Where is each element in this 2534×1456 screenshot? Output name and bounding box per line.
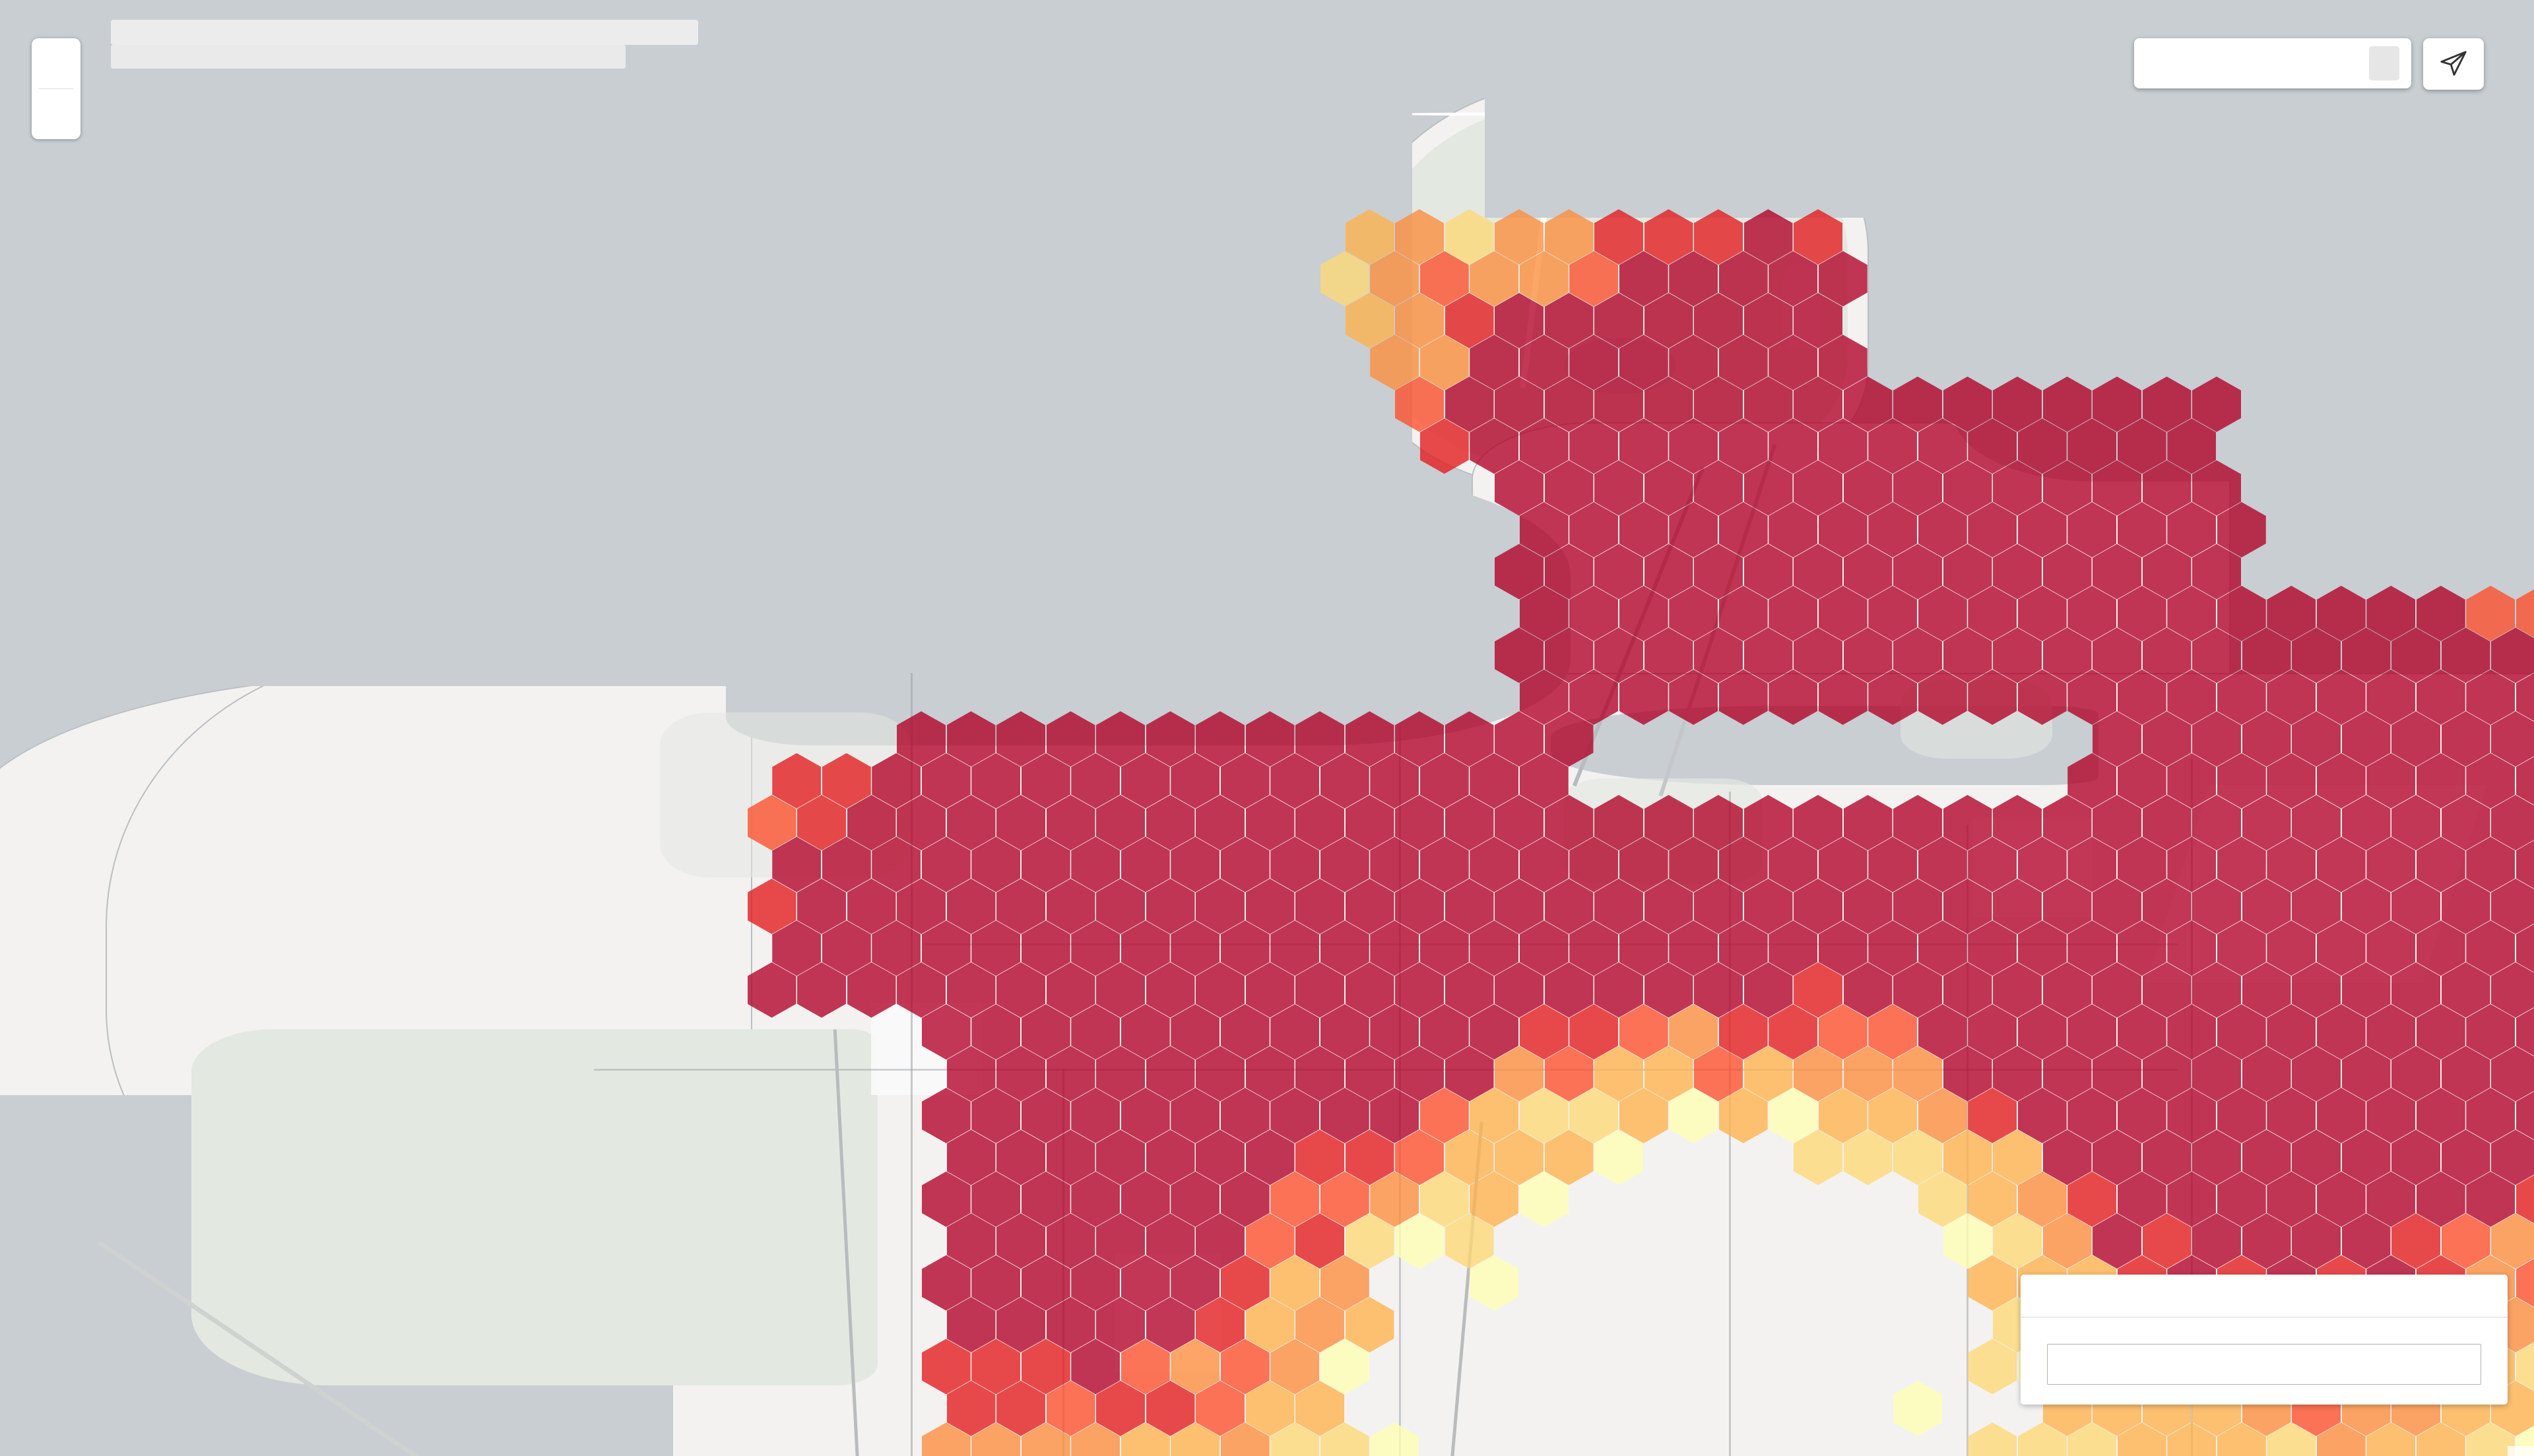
density-hexbin[interactable] bbox=[1968, 1422, 2017, 1456]
call-density-hexbin-layer[interactable] bbox=[0, 0, 2534, 1456]
legend-panel bbox=[2021, 1275, 2508, 1405]
zoom-out-button[interactable] bbox=[32, 89, 81, 139]
title-bar bbox=[111, 20, 698, 45]
title-panel bbox=[111, 20, 698, 69]
map-application bbox=[0, 0, 2534, 1456]
description-panel bbox=[111, 45, 626, 69]
density-scale bbox=[2021, 1317, 2508, 1405]
legend-title bbox=[2021, 1275, 2508, 1300]
density-hexbin[interactable] bbox=[1893, 1380, 1942, 1436]
density-color-ramp bbox=[2047, 1344, 2481, 1385]
share-arrow-icon bbox=[2440, 51, 2467, 76]
zoom-in-button[interactable] bbox=[32, 38, 81, 88]
share-button[interactable] bbox=[2423, 38, 2484, 90]
visible-layers-search[interactable] bbox=[2134, 38, 2411, 88]
attribution-bar bbox=[2508, 1446, 2534, 1456]
density-hexbin[interactable] bbox=[1370, 1422, 1419, 1456]
visible-layers-count-badge bbox=[2369, 46, 2399, 80]
zoom-control[interactable] bbox=[32, 38, 81, 139]
